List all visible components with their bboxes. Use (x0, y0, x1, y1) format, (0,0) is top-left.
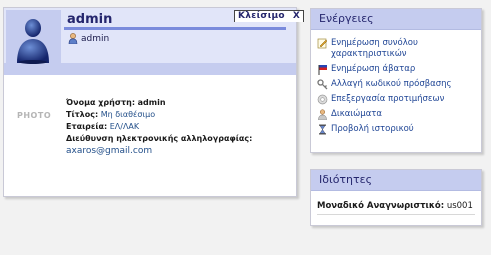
email-value-row: axaros@gmail.com (66, 145, 252, 157)
user-link[interactable]: admin (68, 33, 110, 45)
company-value: ΕΛ/ΛΑΚ (109, 122, 140, 131)
company-row: Εταιρεία: ΕΛ/ΛΑΚ (66, 121, 252, 133)
user-link-label: admin (81, 33, 110, 44)
action-permissions[interactable]: Δικαιώματα (317, 109, 481, 121)
profile-info: Όνομα χρήστη: admin Τίτλος: Μη διαθέσιμο… (66, 97, 252, 157)
title-label: Τίτλος: (66, 110, 99, 119)
unique-id-label: Μοναδικό Αναγνωριστικό: (317, 201, 445, 211)
close-label: Κλείσιμο (238, 11, 285, 21)
photo-placeholder: PHOTO (17, 111, 52, 120)
edit-icon (317, 38, 328, 49)
hourglass-icon (317, 124, 328, 135)
user-avatar-icon (17, 19, 49, 64)
profile-card: admin Κλείσιμο X admin PHOTO Όνομα χρήστη… (3, 7, 305, 197)
action-label: Προβολή ιστορικού (331, 124, 414, 134)
company-label: Εταιρεία: (66, 122, 108, 131)
username-label: Όνομα χρήστη: (66, 98, 136, 107)
profile-username-heading: admin (67, 12, 113, 27)
action-label: Αλλαγή κωδικού πρόσβασης (331, 79, 452, 89)
action-view-history[interactable]: Προβολή ιστορικού (317, 124, 481, 135)
user-icon (68, 33, 78, 45)
user-permissions-icon (317, 109, 328, 121)
actions-panel-title: Ενέργειες (311, 9, 481, 30)
action-change-password[interactable]: Αλλαγή κωδικού πρόσβασης (317, 79, 481, 90)
actions-panel: Ενέργειες Ενημέρωση συνόλου χαρακτηριστι… (310, 8, 482, 153)
action-update-attributes[interactable]: Ενημέρωση συνόλου χαρακτηριστικών (317, 38, 481, 60)
action-label: Επεξεργασία προτιμήσεων (331, 94, 445, 104)
action-label: Δικαιώματα (331, 109, 383, 119)
key-icon (317, 79, 328, 90)
action-label: Ενημέρωση άβαταρ (331, 64, 416, 74)
title-value: Μη διαθέσιμο (100, 110, 156, 119)
unique-id-value: us001 (446, 201, 473, 211)
username-row: Όνομα χρήστη: admin (66, 97, 252, 109)
email-link[interactable]: axaros@gmail.com (66, 146, 152, 156)
properties-panel-title: Ιδιότητες (311, 170, 481, 191)
close-x-icon: X (292, 11, 301, 21)
action-edit-preferences[interactable]: Επεξεργασία προτιμήσεων (317, 94, 481, 105)
preferences-icon (317, 94, 328, 105)
action-label: Ενημέρωση συνόλου χαρακτηριστικών (331, 38, 418, 59)
actions-list: Ενημέρωση συνόλου χαρακτηριστικών Ενημέρ… (311, 30, 481, 135)
avatar (6, 10, 61, 65)
email-label: Διεύθυνση ηλεκτρονικής αλληλογραφίας: (66, 134, 253, 143)
email-label-row: Διεύθυνση ηλεκτρονικής αλληλογραφίας: (66, 133, 252, 145)
unique-id-row: Μοναδικό Αναγνωριστικό: us001 (311, 191, 481, 211)
name-underline (64, 27, 286, 30)
title-row: Τίτλος: Μη διαθέσιμο (66, 109, 252, 121)
flag-icon (317, 64, 328, 75)
username-value: admin (137, 98, 166, 107)
properties-divider (317, 214, 475, 215)
properties-panel: Ιδιότητες Μοναδικό Αναγνωριστικό: us001 (310, 169, 482, 226)
close-button[interactable]: Κλείσιμο X (234, 10, 305, 22)
action-update-avatar[interactable]: Ενημέρωση άβαταρ (317, 64, 481, 75)
